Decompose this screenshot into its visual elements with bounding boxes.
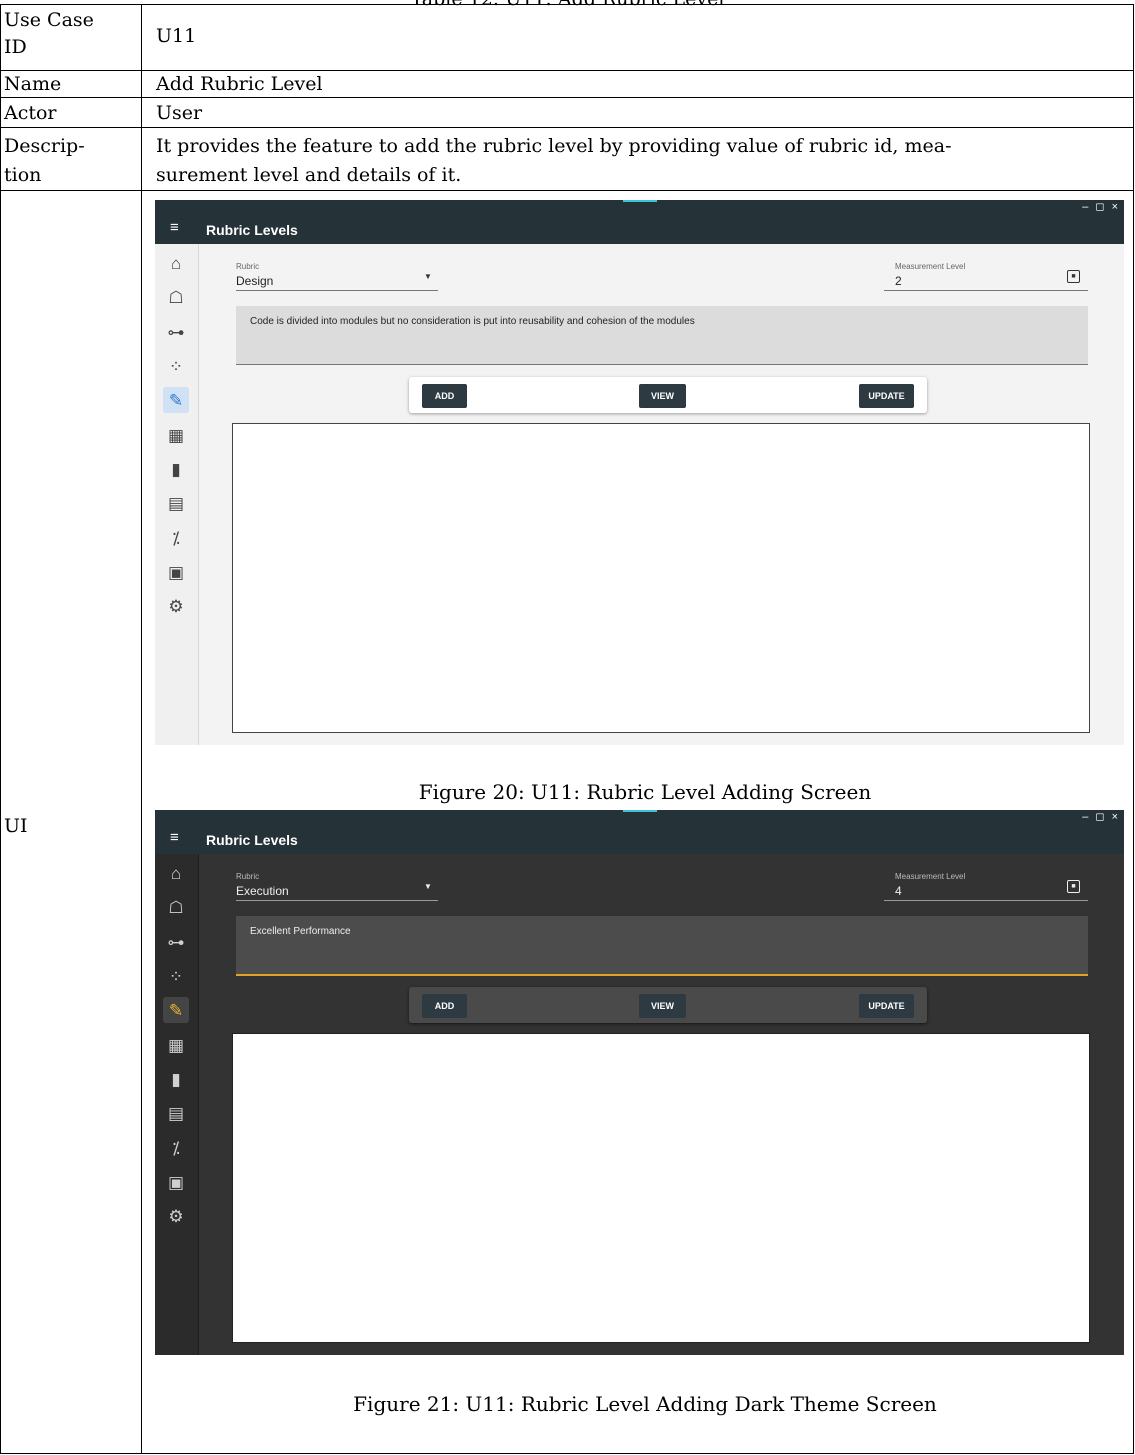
window-controls[interactable]: – ◻ × [1082, 810, 1120, 823]
side-navigation: ⌂ ☖ ⊶ ⁘ ✎ ▦ ▮ ▤ ⁒ ▣ ⚙ [155, 244, 199, 745]
main-content: Rubric Design ▼ Measurement Level 2 ■ Co… [199, 244, 1124, 745]
rubric-underline [236, 900, 438, 901]
measurement-underline [884, 290, 1088, 291]
figure-caption-dark: Figure 21: U11: Rubric Level Adding Dark… [353, 1392, 937, 1416]
scatter-icon[interactable]: ⁘ [163, 353, 189, 379]
graduation-cap-icon[interactable]: ☖ [163, 284, 189, 310]
row-divider [0, 97, 1134, 98]
value-actor: User [156, 102, 203, 124]
measurement-underline [884, 900, 1088, 901]
settings-icon[interactable]: ⚙ [163, 1203, 189, 1229]
label-use-case-id-1: Use Case [4, 9, 94, 31]
hamburger-menu-icon[interactable]: ≡ [170, 830, 179, 846]
rubric-label: Rubric [236, 872, 260, 881]
rubric-label: Rubric [236, 262, 260, 271]
table-border-right [1133, 4, 1134, 1454]
app-window-dark: ≡ Rubric Levels – ◻ × ⌂ ☖ ⊶ ⁘ ✎ ▦ ▮ ▤ ⁒ … [155, 810, 1124, 1355]
title-bar: ≡ Rubric Levels – ◻ × [155, 200, 1124, 244]
value-name: Add Rubric Level [156, 73, 323, 95]
hamburger-menu-icon[interactable]: ≡ [170, 220, 179, 236]
hierarchy-icon[interactable]: ⊶ [163, 929, 189, 955]
title-accent [623, 810, 657, 812]
details-textarea[interactable]: Excellent Performance [236, 916, 1088, 976]
button-bar: ADD VIEW UPDATE [409, 987, 927, 1023]
graduation-cap-icon[interactable]: ☖ [163, 894, 189, 920]
label-description-1: Descrip- [4, 135, 85, 157]
view-button[interactable]: VIEW [639, 994, 686, 1018]
calculator-icon[interactable]: ▤ [163, 1100, 189, 1126]
scatter-icon[interactable]: ⁘ [163, 963, 189, 989]
details-textarea[interactable]: Code is divided into modules but no cons… [236, 306, 1088, 365]
measurement-value: 4 [895, 884, 902, 898]
chevron-down-icon: ▼ [424, 272, 432, 281]
button-bar: ADD VIEW UPDATE [409, 377, 927, 413]
pdf-icon[interactable]: ▣ [163, 1169, 189, 1195]
settings-icon[interactable]: ⚙ [163, 593, 189, 619]
label-description-2: tion [4, 164, 42, 186]
value-description-1: It provides the feature to add the rubri… [156, 135, 952, 157]
title-bar: ≡ Rubric Levels – ◻ × [155, 810, 1124, 854]
calculator-icon[interactable]: ▤ [163, 490, 189, 516]
table-icon[interactable]: ▦ [163, 422, 189, 448]
book-icon[interactable]: ▮ [163, 1066, 189, 1092]
app-window-light: ≡ Rubric Levels – ◻ × ⌂ ☖ ⊶ ⁘ ✎ ▦ ▮ ▤ ⁒ … [155, 200, 1124, 745]
details-text: Excellent Performance [250, 926, 351, 937]
rubric-value: Design [236, 274, 274, 288]
details-text: Code is divided into modules but no cons… [250, 316, 695, 327]
page-title: Rubric Levels [206, 832, 298, 848]
add-button[interactable]: ADD [422, 994, 467, 1018]
label-ui: UI [4, 815, 28, 837]
figure-caption-light: Figure 20: U11: Rubric Level Adding Scre… [418, 780, 872, 804]
book-icon[interactable]: ▮ [163, 456, 189, 482]
ruler-icon[interactable]: ✎ [163, 997, 189, 1023]
page-title: Rubric Levels [206, 222, 298, 238]
value-use-case-id: U11 [156, 25, 197, 47]
update-button[interactable]: UPDATE [859, 994, 914, 1018]
label-name: Name [4, 73, 62, 95]
home-icon[interactable]: ⌂ [163, 860, 189, 886]
chevron-down-icon: ▼ [424, 882, 432, 891]
view-button[interactable]: VIEW [639, 384, 686, 408]
grading-icon[interactable]: ⁒ [163, 1135, 189, 1161]
main-content: Rubric Execution ▼ Measurement Level 4 ■… [199, 854, 1124, 1355]
grading-icon[interactable]: ⁒ [163, 525, 189, 551]
results-table[interactable] [232, 1033, 1090, 1343]
label-use-case-id-2: ID [4, 36, 27, 58]
pdf-icon[interactable]: ▣ [163, 559, 189, 585]
table-caption: Table 12: U11: Add Rubric Level [0, 0, 1135, 10]
rubric-value: Execution [236, 884, 289, 898]
value-description-2: surement level and details of it. [156, 164, 462, 186]
table-icon[interactable]: ▦ [163, 1032, 189, 1058]
title-accent [623, 200, 657, 202]
home-icon[interactable]: ⌂ [163, 250, 189, 276]
ruler-icon[interactable]: ✎ [163, 387, 189, 413]
update-button[interactable]: UPDATE [859, 384, 914, 408]
measurement-value: 2 [895, 274, 902, 288]
measurement-label: Measurement Level [895, 872, 966, 881]
table-border-bottom [0, 1453, 1134, 1454]
badge-icon: ■ [1067, 880, 1080, 893]
badge-icon: ■ [1067, 270, 1080, 283]
table-border-left [0, 4, 1, 1454]
row-divider [0, 190, 1134, 191]
table-border-top [0, 4, 1134, 5]
rubric-underline [236, 290, 438, 291]
measurement-label: Measurement Level [895, 262, 966, 271]
window-controls[interactable]: – ◻ × [1082, 200, 1120, 213]
label-actor: Actor [4, 102, 57, 124]
side-navigation: ⌂ ☖ ⊶ ⁘ ✎ ▦ ▮ ▤ ⁒ ▣ ⚙ [155, 854, 199, 1355]
add-button[interactable]: ADD [422, 384, 467, 408]
row-divider [0, 70, 1134, 71]
results-table[interactable] [232, 423, 1090, 733]
row-divider [0, 127, 1134, 128]
hierarchy-icon[interactable]: ⊶ [163, 319, 189, 345]
column-divider [141, 4, 142, 1454]
